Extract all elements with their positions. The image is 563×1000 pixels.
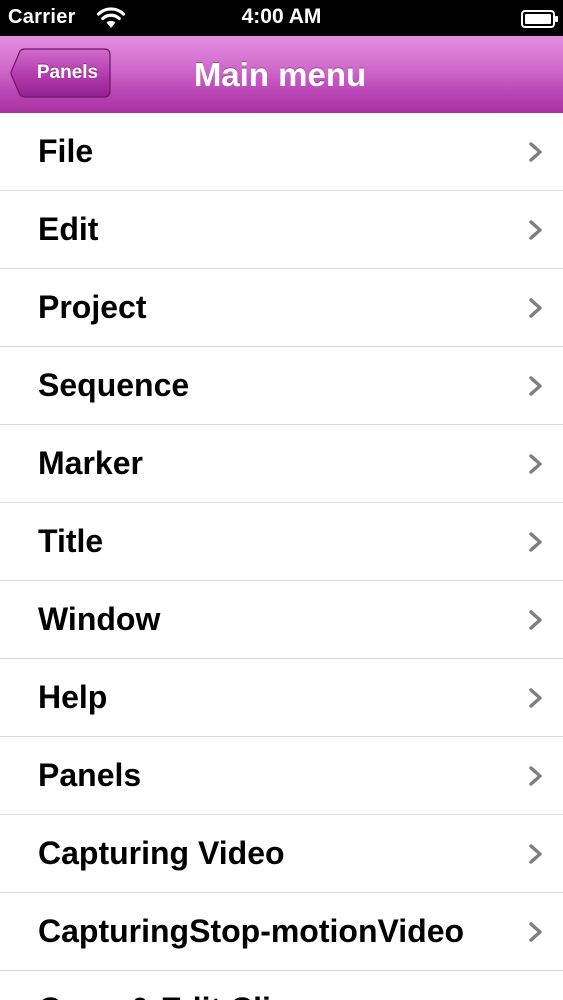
menu-item-label: File <box>38 133 94 169</box>
chevron-right-icon <box>529 688 542 708</box>
menu-item-open-edit-clip[interactable]: Open & Edit Clip <box>0 971 563 1000</box>
menu-item-label: Sequence <box>38 367 190 403</box>
battery-icon <box>521 10 558 28</box>
menu-item-panels[interactable]: Panels <box>0 737 563 815</box>
chevron-right-icon <box>529 922 542 942</box>
menu-item-label: Title <box>38 523 104 559</box>
menu-item-label: Edit <box>38 211 99 247</box>
navigation-bar: Panels Main menu <box>0 36 563 114</box>
menu-item-label: Capturing Video <box>38 835 285 871</box>
chevron-right-icon <box>529 454 542 474</box>
chevron-right-icon <box>529 142 542 162</box>
chevron-right-icon <box>529 298 542 318</box>
menu-item-window[interactable]: Window <box>0 581 563 659</box>
status-time: 4:00 AM <box>241 5 322 28</box>
menu-item-label: Panels <box>38 757 142 793</box>
menu-item-help[interactable]: Help <box>0 659 563 737</box>
screen: Carrier 4:00 AM Panels Main menu File Ed… <box>0 0 563 1000</box>
chevron-right-icon <box>529 376 542 396</box>
page-title: Main menu <box>193 56 367 93</box>
menu-item-title[interactable]: Title <box>0 503 563 581</box>
chevron-right-icon <box>529 844 542 864</box>
menu-item-label: Marker <box>38 445 143 481</box>
menu-item-file[interactable]: File <box>0 113 563 191</box>
menu-item-marker[interactable]: Marker <box>0 425 563 503</box>
menu-item-label: CapturingStop-motionVideo <box>38 913 465 949</box>
menu-item-capturing-video[interactable]: Capturing Video <box>0 815 563 893</box>
menu-item-edit[interactable]: Edit <box>0 191 563 269</box>
menu-item-label: Project <box>38 289 147 325</box>
menu-item-project[interactable]: Project <box>0 269 563 347</box>
chevron-right-icon <box>529 766 542 786</box>
status-bar: Carrier 4:00 AM <box>0 0 563 36</box>
back-button[interactable]: Panels <box>10 48 111 98</box>
menu-item-sequence[interactable]: Sequence <box>0 347 563 425</box>
back-button-label: Panels <box>36 62 99 83</box>
chevron-right-icon <box>529 220 542 240</box>
menu-item-label: Open & Edit Clip <box>38 971 290 1000</box>
menu-item-label: Window <box>38 601 161 637</box>
menu-item-capturing-stop-motion-video[interactable]: CapturingStop-motionVideo <box>0 893 563 971</box>
chevron-right-icon <box>529 610 542 630</box>
chevron-right-icon <box>529 532 542 552</box>
menu-list: File Edit Project Sequence Marker Title … <box>0 113 563 1000</box>
menu-item-label: Help <box>38 679 108 715</box>
